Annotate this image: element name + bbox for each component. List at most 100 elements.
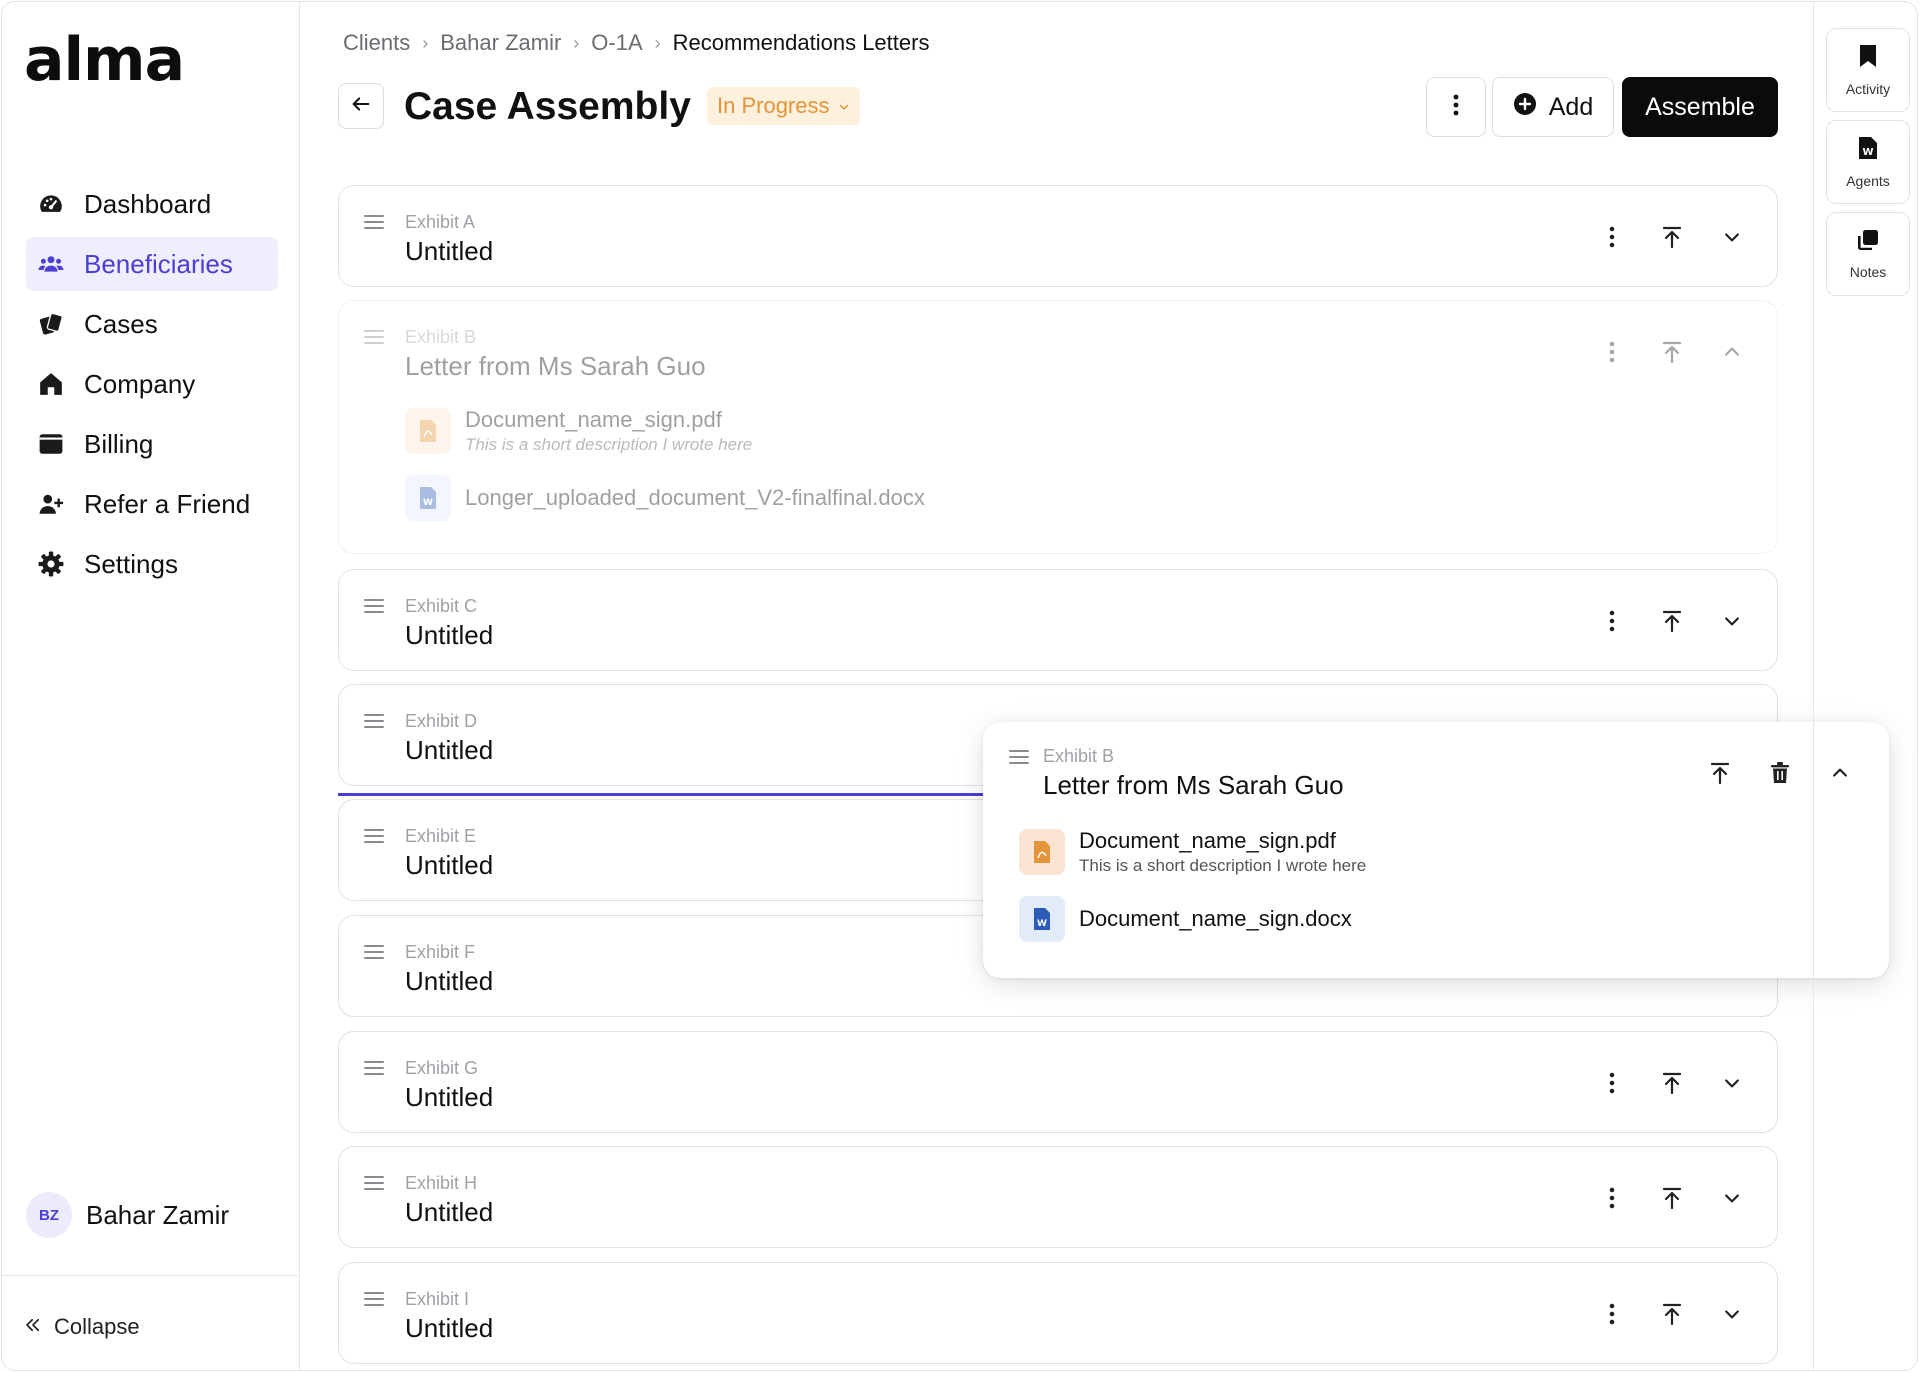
- exhibit-card[interactable]: Exhibit C Untitled: [338, 569, 1778, 671]
- sidebar-item-refer-a-friend[interactable]: Refer a Friend: [26, 477, 278, 531]
- exhibit-title[interactable]: Untitled: [405, 966, 493, 997]
- exhibit-title[interactable]: Untitled: [405, 735, 493, 766]
- collapse-label: Collapse: [54, 1314, 140, 1339]
- kebab-menu-icon[interactable]: [1597, 222, 1627, 252]
- dashboard-gauge-icon: [38, 191, 64, 217]
- document-item: W Longer_uploaded_document_V2-finalfinal…: [405, 475, 925, 521]
- sidebar-item-label: Beneficiaries: [84, 248, 233, 279]
- document-item[interactable]: W Document_name_sign.docx: [1019, 896, 1352, 942]
- move-to-top-icon[interactable]: [1705, 758, 1735, 788]
- chevron-down-icon[interactable]: [1717, 606, 1747, 636]
- wallet-icon: [38, 431, 64, 457]
- document-name: Document_name_sign.docx: [1079, 906, 1352, 931]
- trash-icon[interactable]: [1765, 758, 1795, 788]
- chevron-down-icon[interactable]: [1717, 1299, 1747, 1329]
- cases-icon: [38, 311, 64, 337]
- drag-handle-icon[interactable]: [364, 828, 384, 849]
- notes-button[interactable]: Notes: [1826, 212, 1910, 296]
- exhibit-title[interactable]: Untitled: [405, 1197, 493, 1228]
- sidebar-item-billing[interactable]: Billing: [26, 417, 278, 471]
- alma-logo[interactable]: alma: [24, 30, 185, 90]
- sidebar-item-label: Settings: [84, 548, 178, 579]
- activity-label: Activity: [1845, 80, 1891, 97]
- collapse-button[interactable]: Collapse: [24, 1314, 140, 1340]
- exhibit-title[interactable]: Untitled: [405, 620, 493, 651]
- sidebar-item-settings[interactable]: Settings: [26, 537, 278, 591]
- add-button[interactable]: Add: [1492, 77, 1614, 137]
- assemble-button[interactable]: Assemble: [1622, 77, 1778, 137]
- exhibit-title[interactable]: Untitled: [405, 1082, 493, 1113]
- chevron-down-icon[interactable]: [1717, 1183, 1747, 1213]
- page-title: Case Assembly: [404, 85, 691, 128]
- exhibit-card[interactable]: Exhibit G Untitled: [338, 1031, 1778, 1133]
- users-icon: [38, 251, 64, 277]
- exhibit-card[interactable]: Exhibit A Untitled: [338, 185, 1778, 287]
- kebab-menu-icon: [1453, 94, 1459, 121]
- avatar: BZ: [26, 1192, 72, 1238]
- drag-handle-icon[interactable]: [364, 1175, 384, 1196]
- more-options-button[interactable]: [1426, 77, 1486, 137]
- status-dropdown[interactable]: In Progress: [707, 87, 860, 125]
- exhibit-label: Exhibit E: [405, 826, 477, 846]
- breadcrumb-case-type[interactable]: O-1A: [591, 30, 642, 56]
- drag-handle-icon[interactable]: [364, 1291, 384, 1312]
- exhibit-card[interactable]: Exhibit H Untitled: [338, 1146, 1778, 1248]
- svg-text:W: W: [1037, 919, 1047, 929]
- exhibit-title[interactable]: Untitled: [405, 850, 493, 881]
- sidebar-item-cases[interactable]: Cases: [26, 297, 278, 351]
- exhibit-title[interactable]: Untitled: [405, 236, 493, 267]
- agents-button[interactable]: W Agents: [1826, 120, 1910, 204]
- sidebar-item-beneficiaries[interactable]: Beneficiaries: [26, 237, 278, 291]
- document-item[interactable]: Document_name_sign.pdf This is a short d…: [1019, 828, 1366, 876]
- document-description: This is a short description I wrote here: [1079, 856, 1367, 875]
- move-to-top-icon[interactable]: [1657, 1183, 1687, 1213]
- chevron-right-icon: ›: [422, 32, 429, 53]
- move-to-top-icon[interactable]: [1657, 606, 1687, 636]
- sidebar-item-label: Billing: [84, 428, 154, 459]
- exhibit-label: Exhibit H: [405, 1173, 478, 1193]
- exhibit-label: Exhibit C: [405, 596, 478, 616]
- move-to-top-icon[interactable]: [1657, 222, 1687, 252]
- kebab-menu-icon[interactable]: [1597, 606, 1627, 636]
- kebab-menu-icon[interactable]: [1597, 1299, 1627, 1329]
- add-label: Add: [1548, 92, 1594, 121]
- exhibit-label: Exhibit F: [405, 942, 476, 962]
- exhibit-title[interactable]: Untitled: [405, 1313, 493, 1344]
- sidebar-item-label: Dashboard: [84, 188, 212, 219]
- document-name: Longer_uploaded_document_V2-finalfinal.d…: [465, 485, 925, 510]
- drag-handle-icon[interactable]: [1009, 749, 1029, 770]
- document-description: This is a short description I wrote here: [465, 435, 753, 454]
- chevron-right-icon: ›: [573, 32, 580, 53]
- kebab-menu-icon[interactable]: [1597, 1068, 1627, 1098]
- chevron-down-icon[interactable]: [1717, 1068, 1747, 1098]
- move-to-top-icon[interactable]: [1657, 1068, 1687, 1098]
- user-profile[interactable]: BZ Bahar Zamir: [26, 1192, 229, 1238]
- breadcrumb-client-name[interactable]: Bahar Zamir: [440, 30, 561, 56]
- drag-handle-icon[interactable]: [364, 598, 384, 619]
- back-button[interactable]: [338, 83, 384, 129]
- arrow-left-icon: [350, 93, 372, 120]
- dragged-exhibit-card[interactable]: Exhibit B Letter from Ms Sarah Guo Docum…: [983, 722, 1889, 978]
- exhibit-title[interactable]: Letter from Ms Sarah Guo: [1043, 770, 1344, 801]
- drag-handle-icon[interactable]: [364, 1060, 384, 1081]
- drag-handle-icon[interactable]: [364, 944, 384, 965]
- exhibit-label: Exhibit B: [1043, 746, 1115, 766]
- activity-button[interactable]: Activity: [1826, 28, 1910, 112]
- kebab-menu-icon[interactable]: [1597, 1183, 1627, 1213]
- chevron-down-icon[interactable]: [1717, 222, 1747, 252]
- sidebar-item-label: Refer a Friend: [84, 488, 251, 519]
- chevrons-left-icon: [24, 1314, 42, 1340]
- drag-handle-icon[interactable]: [364, 713, 384, 734]
- breadcrumb-clients[interactable]: Clients: [343, 30, 410, 56]
- drag-handle-icon[interactable]: [364, 214, 384, 235]
- sidebar-item-dashboard[interactable]: Dashboard: [26, 177, 278, 231]
- exhibit-card[interactable]: Exhibit I Untitled: [338, 1262, 1778, 1364]
- svg-text:W: W: [1862, 147, 1873, 158]
- drop-indicator: [338, 793, 988, 796]
- pdf-file-icon: [1019, 829, 1065, 875]
- user-plus-icon: [38, 491, 64, 517]
- gear-icon: [38, 551, 64, 577]
- move-to-top-icon: [1657, 337, 1687, 367]
- move-to-top-icon[interactable]: [1657, 1299, 1687, 1329]
- sidebar-item-company[interactable]: Company: [26, 357, 278, 411]
